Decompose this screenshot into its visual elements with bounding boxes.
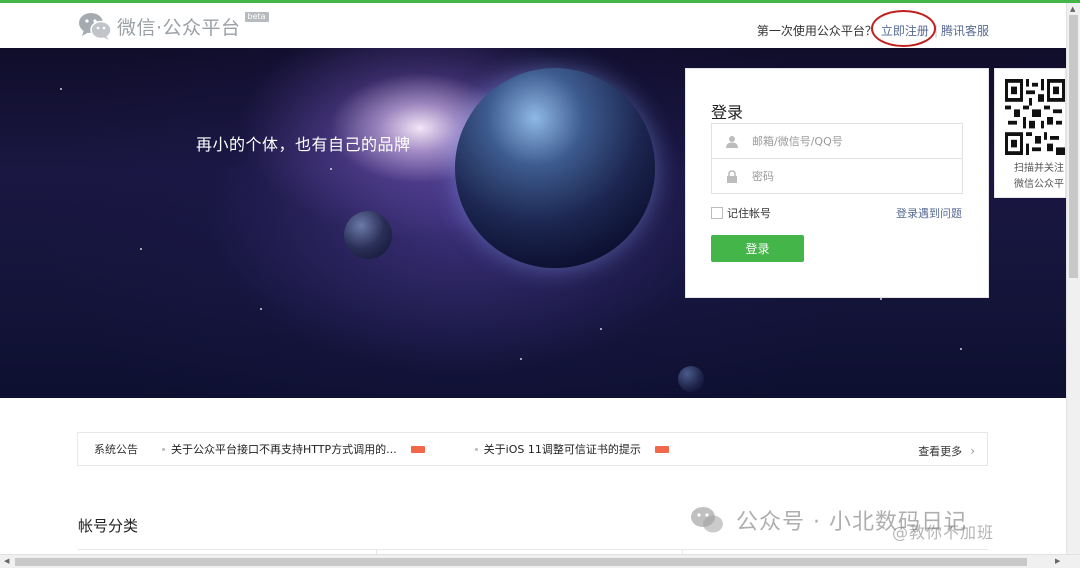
- star: [520, 358, 522, 360]
- username-input[interactable]: [752, 134, 952, 148]
- password-field[interactable]: [711, 158, 963, 194]
- logo-text: 微信·公众平台: [117, 16, 241, 39]
- moon-image: [344, 211, 392, 259]
- account-category-title: 帐号分类: [78, 517, 139, 535]
- system-notice-bar: 系统公告 关于公众平台接口不再支持HTTP方式调用的... 关于iOS 11调整…: [77, 432, 988, 466]
- planet-image: [455, 68, 655, 268]
- login-problem-link[interactable]: 登录遇到问题: [896, 205, 962, 221]
- star: [60, 88, 62, 90]
- star: [880, 298, 882, 300]
- new-badge-icon: [410, 445, 425, 453]
- lock-icon: [712, 158, 752, 194]
- header-links: 第一次使用公众平台？ 立即注册 | 腾讯客服: [756, 10, 989, 47]
- small-planet-image: [678, 366, 704, 392]
- notice-item-text[interactable]: 关于iOS 11调整可信证书的提示: [484, 441, 641, 457]
- star: [140, 248, 142, 250]
- vertical-scrollbar[interactable]: ▲: [1066, 3, 1080, 554]
- qr-caption: 扫描并关注 微信公众平台: [1014, 161, 1065, 193]
- notice-title: 系统公告: [94, 443, 138, 456]
- scroll-right-icon[interactable]: ▶: [1055, 557, 1060, 565]
- wechat-logo-icon: [78, 11, 112, 41]
- password-input[interactable]: [752, 169, 952, 183]
- header: 微信·公众平台 beta 第一次使用公众平台？ 立即注册 | 腾讯客服: [0, 3, 1066, 48]
- register-wrap: 立即注册: [870, 10, 936, 47]
- remember-account[interactable]: 记住帐号: [711, 205, 771, 221]
- scroll-up-icon[interactable]: ▲: [1070, 5, 1075, 13]
- new-badge-icon: [654, 445, 669, 453]
- logo[interactable]: 微信·公众平台 beta: [78, 11, 269, 41]
- login-title: 登录: [711, 103, 744, 122]
- user-icon: [712, 123, 752, 159]
- slogan: 再小的个体，也有自己的品牌: [196, 135, 411, 154]
- scroll-left-icon[interactable]: ◀: [4, 557, 9, 565]
- notice-item[interactable]: 关于公众平台接口不再支持HTTP方式调用的...: [162, 441, 425, 457]
- scroll-thumb[interactable]: [15, 558, 1027, 566]
- bullet-icon: [162, 447, 165, 451]
- beta-badge: beta: [244, 12, 269, 22]
- remember-checkbox[interactable]: [711, 207, 723, 219]
- notice-item[interactable]: 关于iOS 11调整可信证书的提示: [474, 441, 669, 457]
- see-more-label: 查看更多: [918, 445, 963, 458]
- qr-code-icon: [1005, 79, 1065, 155]
- username-field[interactable]: [711, 123, 963, 159]
- chevron-right-icon: ›: [970, 444, 975, 458]
- category-divider: [78, 549, 988, 550]
- qr-panel: 扫描并关注 微信公众平台: [994, 68, 1066, 198]
- notice-item-text[interactable]: 关于公众平台接口不再支持HTTP方式调用的...: [171, 441, 397, 457]
- star: [960, 348, 962, 350]
- remember-label: 记住帐号: [727, 207, 771, 220]
- support-link[interactable]: 腾讯客服: [941, 22, 989, 39]
- first-time-text: 第一次使用公众平台？: [756, 24, 877, 38]
- login-button[interactable]: 登录: [711, 235, 804, 262]
- bullet-icon: [474, 447, 478, 451]
- star: [260, 308, 262, 310]
- see-more-link[interactable]: 查看更多 ›: [918, 443, 975, 459]
- horizontal-scrollbar[interactable]: ◀ ▶: [0, 554, 1080, 568]
- watermark-secondary: @教你不加班: [892, 523, 995, 542]
- star: [330, 168, 332, 170]
- scroll-thumb[interactable]: [1069, 15, 1078, 278]
- login-panel: 登录 记住帐号 登录遇到问题 登录: [685, 68, 989, 298]
- qr-caption-line2: 微信公众平台: [1014, 179, 1065, 190]
- annotation-circle: [870, 10, 936, 47]
- qr-caption-line1: 扫描并关注: [1014, 163, 1064, 174]
- star: [600, 328, 602, 330]
- wechat-watermark-icon: [688, 505, 726, 535]
